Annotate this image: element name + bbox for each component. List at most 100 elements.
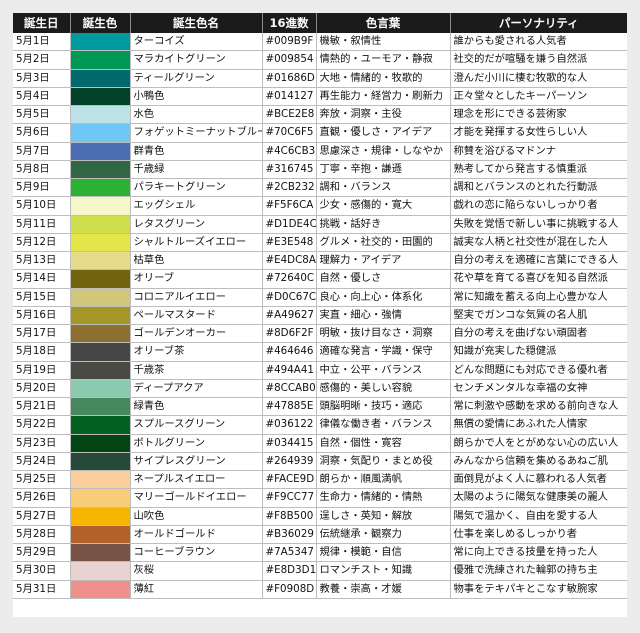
color-words-cell: 理解力・アイデア: [316, 251, 451, 271]
date-cell: 5月4日: [13, 87, 71, 107]
table-row: 5月19日 千歳茶 #494A41 中立・公平・バランス どんな問題にも対応できる優れ者: [13, 361, 627, 380]
color-words-cell: 逞しさ・英知・解放: [316, 507, 451, 526]
hex-cell: #E4DC8A: [262, 251, 317, 271]
color-name-cell: ペールマスタード: [130, 306, 263, 326]
date-cell: 5月19日: [13, 361, 71, 380]
color-swatch: [70, 543, 131, 563]
personality-cell: 物事をテキパキとこなす敏腕家: [450, 580, 627, 599]
personality-cell: 優雅で洗練された輪郭の持ち主: [450, 561, 627, 581]
personality-cell: 誠実な人柄と社交性が混在した人: [450, 233, 627, 253]
hex-cell: #72640C: [262, 269, 317, 289]
color-swatch: [70, 397, 131, 417]
color-words-cell: 頭脳明晰・技巧・適応: [316, 397, 451, 417]
color-words-cell: 良心・向上心・体系化: [316, 288, 451, 307]
color-name-cell: 千歳緑: [130, 160, 263, 180]
color-words-cell: 丁寧・辛抱・謙遜: [316, 160, 451, 180]
date-cell: 5月1日: [13, 33, 71, 52]
date-cell: 5月25日: [13, 470, 71, 490]
hex-cell: #F5F6CA: [262, 196, 317, 216]
date-cell: 5月28日: [13, 525, 71, 545]
color-words-cell: 挑戦・話好き: [316, 215, 451, 234]
hex-cell: #264939: [262, 452, 317, 472]
color-name-cell: サイプレスグリーン: [130, 452, 263, 472]
table-row: 5月12日 シャルトルーズイエロー #E3E548 グルメ・社交的・田園的 誠実な人柄と…: [13, 233, 627, 253]
table-row: 5月3日 ティールグリーン #01686D 大地・情緒的・牧歌的 澄んだ小川に棲む牧歌的…: [13, 69, 627, 88]
color-words-cell: 生命力・情緒的・情熱: [316, 488, 451, 508]
color-words-cell: 朗らか・順風満帆: [316, 470, 451, 490]
color-swatch: [70, 160, 131, 180]
color-words-cell: 調和・バランス: [316, 178, 451, 198]
color-words-cell: 実直・細心・強情: [316, 306, 451, 326]
header-personality: パーソナリティ: [450, 13, 627, 33]
color-swatch: [70, 342, 131, 362]
hex-cell: #FACE9D: [262, 470, 317, 490]
header-birthday: 誕生日: [13, 13, 71, 33]
personality-cell: センチメンタルな幸福の女神: [450, 379, 627, 399]
color-swatch: [70, 33, 131, 52]
color-words-cell: ロマンチスト・知識: [316, 561, 451, 581]
color-swatch: [70, 196, 131, 216]
color-words-cell: 再生能力・経営力・刷新力: [316, 87, 451, 107]
personality-cell: 堅実でガンコな気質の名人肌: [450, 306, 627, 326]
personality-cell: 常に向上できる技量を持った人: [450, 543, 627, 563]
color-name-cell: 薄紅: [130, 580, 263, 599]
date-cell: 5月5日: [13, 105, 71, 125]
hex-cell: #70C6F5: [262, 123, 317, 143]
color-swatch: [70, 507, 131, 526]
table-row: 5月2日 マラカイトグリーン #009854 情熱的・ユーモア・静寂 社交的だが喧騒を嫌…: [13, 50, 627, 70]
table-row: 5月9日 パラキートグリーン #2CB232 調和・バランス 調和とバランスのとれた行動…: [13, 178, 627, 198]
date-cell: 5月6日: [13, 123, 71, 143]
table-header-row: 誕生日 誕生色 誕生色名 16進数 色言葉 パーソナリティ: [13, 13, 627, 33]
color-words-cell: グルメ・社交的・田園的: [316, 233, 451, 253]
color-swatch: [70, 269, 131, 289]
color-name-cell: ティールグリーン: [130, 69, 263, 88]
date-cell: 5月15日: [13, 288, 71, 307]
hex-cell: #034415: [262, 434, 317, 453]
color-words-cell: 情熱的・ユーモア・静寂: [316, 50, 451, 70]
table-row: 5月5日 水色 #BCE2E8 奔放・洞察・主役 理念を形にできる芸術家: [13, 105, 627, 125]
color-name-cell: フォゲットミーナットブルー: [130, 123, 263, 143]
personality-cell: 仕事を楽しめるしっかり者: [450, 525, 627, 545]
table-row: 5月15日 コロニアルイエロー #D0C67C 良心・向上心・体系化 常に知識を蓄える向…: [13, 288, 627, 307]
date-cell: 5月13日: [13, 251, 71, 271]
table-row: 5月28日 オールドゴールド #B36029 伝統継承・観察力 仕事を楽しめるしっかり者: [13, 525, 627, 545]
color-name-cell: コロニアルイエロー: [130, 288, 263, 307]
color-swatch: [70, 50, 131, 70]
header-color-name: 誕生色名: [130, 13, 263, 33]
color-name-cell: オールドゴールド: [130, 525, 263, 545]
hex-cell: #D1DE4C: [262, 215, 317, 234]
hex-cell: #F9CC77: [262, 488, 317, 508]
color-swatch: [70, 215, 131, 234]
personality-cell: 失敗を覚悟で新しい事に挑戦する人: [450, 215, 627, 234]
table-row: 5月18日 オリーブ茶 #464646 適確な発言・学識・保守 知識が充実した穏健派: [13, 342, 627, 362]
hex-cell: #F8B500: [262, 507, 317, 526]
table-row: 5月10日 エッグシェル #F5F6CA 少女・感傷的・寛大 戯れの恋に陥らないしっかり…: [13, 196, 627, 216]
hex-cell: #E8D3D1: [262, 561, 317, 581]
header-color-words: 色言葉: [316, 13, 451, 33]
hex-cell: #464646: [262, 342, 317, 362]
table-row: 5月4日 小鴨色 #014127 再生能力・経営力・刷新力 正々堂々としたキーパーソン: [13, 87, 627, 107]
date-cell: 5月24日: [13, 452, 71, 472]
table-row: 5月23日 ボトルグリーン #034415 自然・個性・寛容 朗らかで人をとがめない心の…: [13, 434, 627, 453]
color-words-cell: 規律・模範・自信: [316, 543, 451, 563]
color-name-cell: シャルトルーズイエロー: [130, 233, 263, 253]
personality-cell: みんなから信頼を集めるあねご肌: [450, 452, 627, 472]
table-row: 5月25日 ネープルスイエロー #FACE9D 朗らか・順風満帆 面倒見がよく人に慕われ…: [13, 470, 627, 490]
color-name-cell: 山吹色: [130, 507, 263, 526]
personality-cell: 戯れの恋に陥らないしっかり者: [450, 196, 627, 216]
color-name-cell: 千歳茶: [130, 361, 263, 380]
color-swatch: [70, 87, 131, 107]
table-row: 5月20日 ディープアクア #8CCAB0 感傷的・美しい容貌 センチメンタルな幸福の女…: [13, 379, 627, 399]
color-name-cell: 枯草色: [130, 251, 263, 271]
hex-cell: #036122: [262, 415, 317, 435]
personality-cell: 常に刺激や感動を求める前向きな人: [450, 397, 627, 417]
personality-cell: 花や草を育てる喜びを知る自然派: [450, 269, 627, 289]
personality-cell: 自分の考えを曲げない頑固者: [450, 324, 627, 344]
table-row: 5月8日 千歳緑 #316745 丁寧・辛抱・謙遜 熟考してから発言する慎重派: [13, 160, 627, 180]
color-name-cell: パラキートグリーン: [130, 178, 263, 198]
hex-cell: #A49627: [262, 306, 317, 326]
color-swatch: [70, 470, 131, 490]
personality-cell: 称賛を浴びるマドンナ: [450, 142, 627, 161]
color-name-cell: コーヒーブラウン: [130, 543, 263, 563]
color-name-cell: ターコイズ: [130, 33, 263, 52]
